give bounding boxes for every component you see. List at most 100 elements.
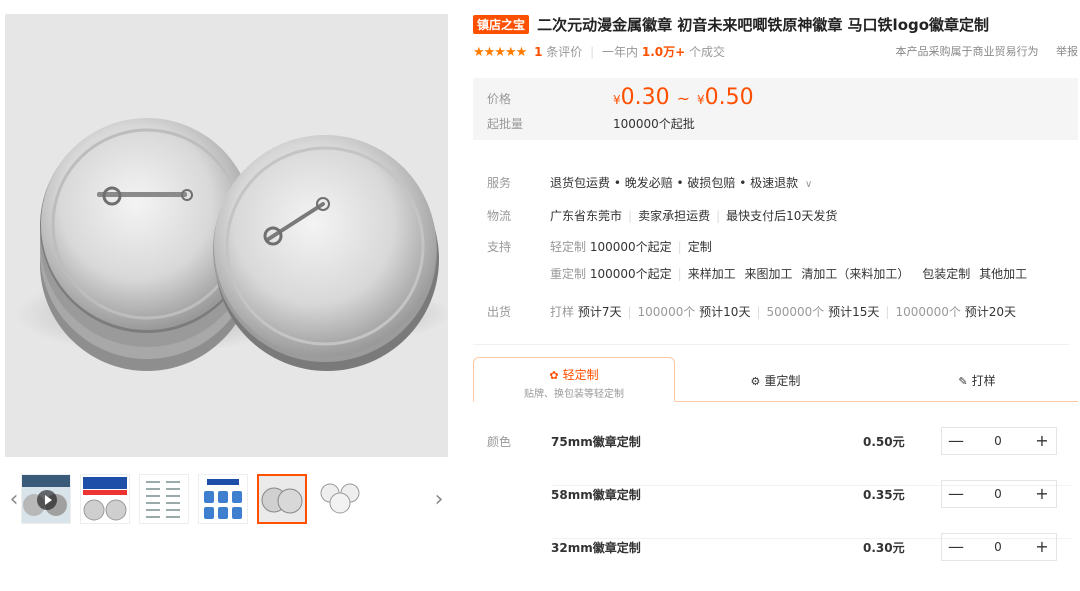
tab-sample-title: ✎ 打样 bbox=[876, 372, 1078, 389]
sku-row: 58mm徽章定制 0.35元 — 0 + bbox=[551, 480, 1071, 539]
support-heavy: 重定制 100000个起定 | 来样加工 来图加工 清加工（来料加工） 包装定制 其… bbox=[550, 267, 1028, 281]
ship-qty-1: 打样 bbox=[550, 305, 575, 319]
shipping-label: 出货 bbox=[487, 305, 512, 319]
tab-sample-label: 打样 bbox=[971, 374, 996, 388]
chevron-down-icon[interactable]: ∨ bbox=[805, 179, 812, 190]
ship-from-location: 广东省东莞市 bbox=[550, 209, 623, 223]
report-link[interactable]: 举报 bbox=[1056, 45, 1078, 58]
tab-light-custom-title: ✿ 轻定制 bbox=[474, 366, 674, 383]
shop-treasure-badge: 镇店之宝 bbox=[473, 15, 530, 34]
heavy-item-3: 清加工（来料加工） bbox=[801, 267, 910, 281]
settings-icon: ⚙ bbox=[750, 375, 761, 388]
thumbnail-strip: ‹ › bbox=[5, 472, 448, 528]
star-rating-icon: ★★★★★ bbox=[473, 45, 527, 60]
ship-qty-2: 100000个 bbox=[637, 305, 696, 319]
sku-price: 0.35元 bbox=[863, 488, 905, 502]
quantity-stepper: — 0 + bbox=[941, 427, 1057, 455]
thumbnail-4-image bbox=[199, 475, 247, 523]
thumbnail-6-image bbox=[317, 475, 365, 523]
price-range: ¥0.30 ~ ¥0.50 bbox=[613, 85, 754, 110]
rating-row: ★★★★★ 1 条评价 | 一年内 1.0万+ 个成交 本产品采购属于商业贸易行… bbox=[473, 43, 1078, 61]
sku-name: 32mm徽章定制 bbox=[551, 541, 641, 555]
quantity-input[interactable]: 0 bbox=[976, 534, 1020, 560]
thumbnail-6[interactable] bbox=[316, 474, 366, 524]
thumbnail-video[interactable] bbox=[21, 474, 71, 524]
price-tilde: ~ bbox=[676, 89, 691, 108]
currency-symbol: ¥ bbox=[613, 93, 621, 107]
thumbnail-4[interactable] bbox=[198, 474, 248, 524]
price-low: 0.30 bbox=[620, 85, 670, 110]
review-label[interactable]: 条评价 bbox=[546, 45, 582, 59]
logistics-value: 广东省东莞市 | 卖家承担运费 | 最快支付后10天发货 bbox=[550, 209, 838, 223]
thumbnail-3[interactable] bbox=[139, 474, 189, 524]
moq-label: 起批量 bbox=[487, 117, 524, 131]
moq-value: 100000个起批 bbox=[613, 117, 695, 131]
quantity-stepper: — 0 + bbox=[941, 533, 1057, 561]
product-title: 二次元动漫金属徽章 初音未来吧唧铁原神徽章 马口铁logo徽章定制 bbox=[537, 16, 990, 34]
review-count[interactable]: 1 bbox=[534, 45, 542, 59]
sku-price: 0.30元 bbox=[863, 541, 905, 555]
increase-button[interactable]: + bbox=[1028, 428, 1056, 454]
service-value[interactable]: 退货包运费 • 晚发必赔 • 破损包赔 • 极速退款 bbox=[550, 176, 798, 190]
tab-heavy-custom-label: 重定制 bbox=[764, 374, 801, 388]
heavy-item-2: 来图加工 bbox=[744, 267, 793, 281]
customization-tabs: ✿ 轻定制 贴牌、换包装等轻定制 ⚙ 重定制 ✎ 打样 bbox=[473, 357, 1078, 402]
heavy-item-1: 来样加工 bbox=[687, 267, 736, 281]
trade-notice: 本产品采购属于商业贸易行为 bbox=[895, 45, 1039, 58]
ship-time-4: 预计20天 bbox=[964, 305, 1017, 319]
thumbnail-next-arrow[interactable]: › bbox=[430, 486, 448, 514]
service-label: 服务 bbox=[487, 176, 512, 190]
ship-qty-3: 500000个 bbox=[766, 305, 825, 319]
sold-count: 1.0万+ bbox=[641, 45, 686, 59]
decrease-button[interactable]: — bbox=[942, 481, 970, 507]
quantity-input[interactable]: 0 bbox=[976, 428, 1020, 454]
tab-heavy-custom[interactable]: ⚙ 重定制 bbox=[675, 357, 876, 401]
tab-light-custom[interactable]: ✿ 轻定制 贴牌、换包装等轻定制 bbox=[473, 357, 675, 402]
support-label: 支持 bbox=[487, 240, 512, 254]
ship-time-1: 预计7天 bbox=[577, 305, 622, 319]
quantity-stepper: — 0 + bbox=[941, 480, 1057, 508]
thumbnail-5-image bbox=[259, 476, 305, 522]
quantity-input[interactable]: 0 bbox=[976, 481, 1020, 507]
tab-sample[interactable]: ✎ 打样 bbox=[876, 357, 1078, 401]
shipping-values: 打样 预计7天 | 100000个 预计10天 | 500000个 预计15天 | 1000… bbox=[550, 305, 1017, 319]
light-custom-min: 100000个起定 bbox=[589, 240, 672, 254]
flower-icon: ✿ bbox=[549, 369, 559, 382]
tab-light-custom-label: 轻定制 bbox=[562, 368, 599, 382]
ship-time-3: 预计15天 bbox=[828, 305, 880, 319]
sku-price: 0.50元 bbox=[863, 435, 905, 449]
ship-time-2: 预计10天 bbox=[699, 305, 751, 319]
price-box: 价格 ¥0.30 ~ ¥0.50 起批量 100000个起批 bbox=[473, 78, 1078, 140]
main-product-image[interactable] bbox=[5, 14, 448, 457]
increase-button[interactable]: + bbox=[1028, 534, 1056, 560]
heavy-item-5: 其他加工 bbox=[979, 267, 1028, 281]
logistics-label: 物流 bbox=[487, 209, 512, 223]
decrease-button[interactable]: — bbox=[942, 534, 970, 560]
section-divider bbox=[473, 344, 1069, 345]
sold-prefix: 一年内 bbox=[602, 45, 639, 59]
sku-row: 32mm徽章定制 0.30元 — 0 + bbox=[551, 533, 1071, 591]
heavy-item-4: 包装定制 bbox=[922, 267, 971, 281]
currency-symbol-2: ¥ bbox=[697, 93, 705, 107]
thumbnail-2[interactable] bbox=[80, 474, 130, 524]
sku-name: 75mm徽章定制 bbox=[551, 435, 641, 449]
trade-notice-area: 本产品采购属于商业贸易行为 举报 bbox=[896, 43, 1079, 59]
thumbnail-5-selected[interactable] bbox=[257, 474, 307, 524]
heavy-custom-label: 重定制 bbox=[550, 267, 587, 281]
sold-suffix: 个成交 bbox=[689, 45, 726, 59]
tab-light-custom-sub: 贴牌、换包装等轻定制 bbox=[524, 389, 624, 400]
service-value-wrap[interactable]: 退货包运费 • 晚发必赔 • 破损包赔 • 极速退款 ∨ bbox=[550, 174, 812, 191]
light-custom-item: 定制 bbox=[687, 240, 712, 254]
sku-color-label: 颜色 bbox=[487, 435, 512, 449]
sku-row: 75mm徽章定制 0.50元 — 0 + bbox=[551, 427, 1071, 486]
badge-back-illustration bbox=[15, 118, 448, 371]
price-label: 价格 bbox=[487, 92, 512, 106]
freight-info: 卖家承担运费 bbox=[638, 209, 711, 223]
price-high: 0.50 bbox=[704, 85, 754, 110]
heavy-custom-min: 100000个起定 bbox=[589, 267, 672, 281]
ship-qty-4: 1000000个 bbox=[895, 305, 961, 319]
sku-name: 58mm徽章定制 bbox=[551, 488, 641, 502]
increase-button[interactable]: + bbox=[1028, 481, 1056, 507]
pencil-icon: ✎ bbox=[958, 375, 968, 388]
decrease-button[interactable]: — bbox=[942, 428, 970, 454]
